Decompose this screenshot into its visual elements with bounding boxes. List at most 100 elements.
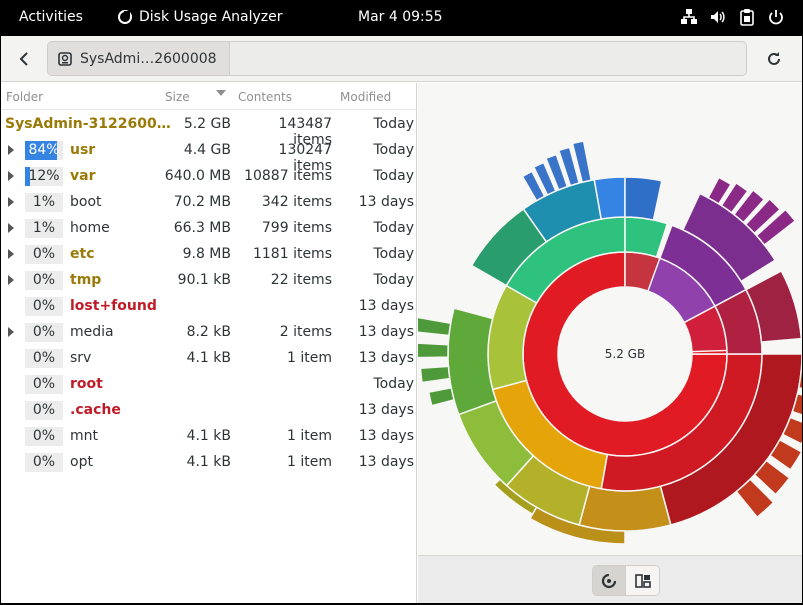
folder-modified: 13 days (358, 402, 414, 418)
folder-name: etc (70, 246, 95, 262)
usage-percent: 0% (25, 271, 63, 290)
usage-percent-text: 0% (32, 324, 56, 340)
folder-size: 4.1 kB (186, 350, 231, 366)
segment-outer-g0[interactable] (427, 386, 455, 407)
usage-percent: 0% (25, 453, 63, 472)
folder-contents: 799 items (261, 220, 332, 236)
usage-percent-text: 84% (28, 142, 60, 158)
segment-outer-g1[interactable] (419, 365, 451, 384)
folder-name: .cache (70, 402, 121, 418)
treemap-view-button[interactable] (626, 566, 659, 595)
column-header-folder[interactable]: Folder (6, 90, 43, 104)
tree-row[interactable]: 0% opt 4.1 kB 1 item 13 days (1, 449, 417, 475)
volume-icon[interactable] (709, 8, 727, 26)
folder-modified: Today (373, 246, 415, 262)
segment-outer-g3[interactable] (418, 316, 452, 337)
folder-size: 4.4 GB (183, 142, 231, 158)
folder-modified: 13 days (358, 454, 414, 470)
ring-chart[interactable]: 5.2 GB (418, 83, 802, 555)
column-header-modified[interactable]: Modified (340, 90, 391, 104)
folder-name: tmp (70, 272, 102, 288)
folder-name: root (70, 376, 103, 392)
usage-percent-text: 0% (32, 454, 56, 470)
segment-l3-i[interactable] (624, 176, 663, 221)
usage-percent-text: 0% (32, 246, 56, 262)
path-segment-label: SysAdmi…2600008 (80, 50, 217, 67)
usage-percent-text: 0% (32, 272, 56, 288)
usage-percent: 1% (25, 219, 63, 238)
folder-size: 70.2 MB (173, 194, 231, 210)
folder-tree[interactable]: Folder Size Contents Modified SysAdmin-3… (1, 83, 417, 603)
usage-percent: 0% (25, 323, 63, 342)
tree-header: Folder Size Contents Modified (1, 83, 417, 110)
usage-percent: 0% (25, 427, 63, 446)
tree-row-root[interactable]: SysAdmin-3122600… 5.2 GB 143487 items To… (1, 111, 417, 148)
folder-modified: 13 days (358, 350, 414, 366)
tree-row[interactable]: 1% home 66.3 MB 799 items Today (1, 215, 417, 241)
expander-icon[interactable] (8, 145, 14, 155)
tree-row[interactable]: 0% root Today (1, 371, 417, 397)
folder-contents: 342 items (261, 194, 332, 210)
tree-row[interactable]: 0% lost+found 13 days (1, 293, 417, 319)
expander-icon[interactable] (8, 275, 14, 285)
folder-name: SysAdmin-3122600… (5, 116, 171, 132)
column-header-size[interactable]: Size (165, 90, 190, 104)
usage-percent: 84% (25, 141, 63, 160)
power-icon[interactable] (767, 8, 785, 26)
reload-button[interactable] (762, 47, 786, 71)
folder-size: 640.0 MB (164, 168, 231, 184)
column-header-contents[interactable]: Contents (238, 90, 292, 104)
folder-size: 4.1 kB (186, 428, 231, 444)
ring-chart-pane[interactable]: 5.2 GB (418, 83, 802, 555)
folder-name: boot (70, 194, 102, 210)
reload-icon (768, 52, 780, 65)
tree-row[interactable]: 84% usr 4.4 GB 130247 items Today (1, 137, 417, 174)
tree-row[interactable]: 12% var 640.0 MB 10887 items Today (1, 163, 417, 189)
expander-icon[interactable] (8, 171, 14, 181)
folder-modified: 13 days (358, 324, 414, 340)
expander-icon[interactable] (8, 249, 14, 259)
usage-percent-text: 0% (32, 428, 56, 444)
usage-percent: 0% (25, 297, 63, 316)
app-name: Disk Usage Analyzer (139, 9, 283, 25)
expander-icon[interactable] (8, 327, 14, 337)
folder-name: srv (70, 350, 92, 366)
app-menu[interactable]: Disk Usage Analyzer (118, 9, 283, 25)
folder-size: 90.1 kB (177, 272, 231, 288)
path-segment-button[interactable]: SysAdmi…2600008 (48, 42, 230, 75)
usage-percent: 0% (25, 401, 63, 420)
activities-button[interactable]: Activities (19, 9, 83, 25)
tree-row[interactable]: 0% srv 4.1 kB 1 item 13 days (1, 345, 417, 371)
segment-outer-g2[interactable] (418, 342, 450, 359)
folder-modified: Today (373, 220, 415, 236)
folder-contents: 2 items (279, 324, 332, 340)
network-icon[interactable] (680, 8, 698, 26)
clock[interactable]: Mar 4 09:55 (358, 9, 443, 25)
tree-row[interactable]: 0% mnt 4.1 kB 1 item 13 days (1, 423, 417, 449)
folder-contents: 1181 items (252, 246, 332, 262)
expander-icon[interactable] (8, 223, 14, 233)
chart-toolbar (418, 555, 802, 603)
tree-row[interactable]: 0% .cache 13 days (1, 397, 417, 423)
usage-percent: 0% (25, 375, 63, 394)
tree-row[interactable]: 0% tmp 90.1 kB 22 items Today (1, 267, 417, 293)
chart-view-switcher (592, 565, 660, 596)
tree-row[interactable]: 0% etc 9.8 MB 1181 items Today (1, 241, 417, 267)
segment-l3-b[interactable] (578, 485, 672, 532)
usage-percent-text: 1% (32, 194, 56, 210)
back-button[interactable] (11, 45, 39, 73)
folder-name: mnt (70, 428, 98, 444)
ring-chart-view-button[interactable] (593, 566, 626, 595)
clipboard-icon[interactable] (738, 8, 756, 26)
system-tray[interactable] (680, 8, 785, 26)
segment-usr-other2[interactable] (624, 216, 669, 258)
tree-row[interactable]: 0% media 8.2 kB 2 items 13 days (1, 319, 417, 345)
tree-row[interactable]: 1% boot 70.2 MB 342 items 13 days (1, 189, 417, 215)
expander-icon[interactable] (8, 197, 14, 207)
folder-modified: 13 days (358, 298, 414, 314)
back-arrow-icon (19, 52, 28, 66)
usage-percent-text: 1% (32, 220, 56, 236)
folder-modified: Today (373, 142, 415, 158)
usage-percent-text: 0% (32, 298, 56, 314)
header-bar: SysAdmi…2600008 (1, 36, 802, 82)
